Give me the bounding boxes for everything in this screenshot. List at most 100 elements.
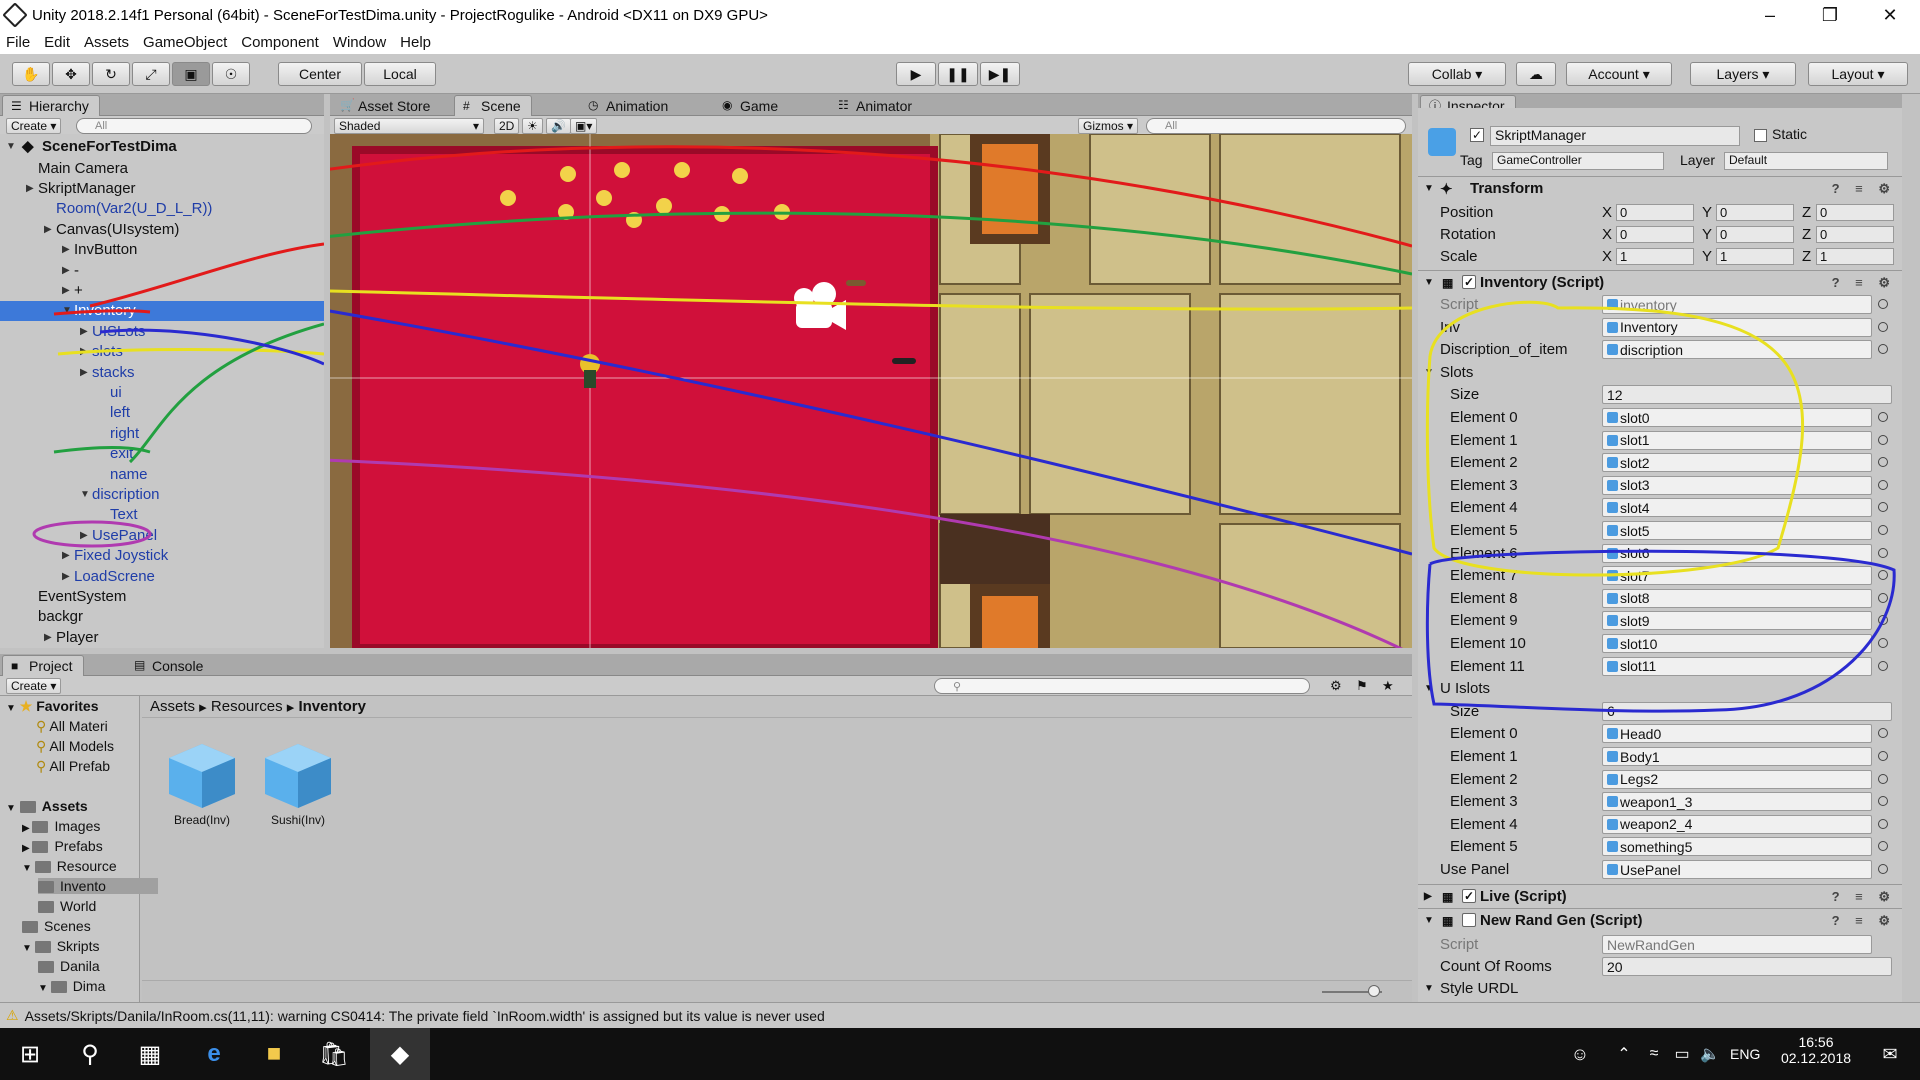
- tab-game[interactable]: ◉ Game: [714, 95, 788, 116]
- hierarchy-search-placeholder: All: [95, 120, 108, 132]
- folder-label: Resource: [56, 858, 117, 874]
- cloud-icon[interactable]: ☁: [1516, 62, 1556, 86]
- scene-search-input[interactable]: All: [1146, 118, 1406, 134]
- edge-browser-icon[interactable]: e: [184, 1028, 244, 1080]
- asset-item[interactable]: Sushi(Inv): [258, 740, 338, 827]
- filter-type-icon[interactable]: ⚙: [1330, 678, 1342, 694]
- tab-animation[interactable]: ◷ Animation: [580, 95, 678, 116]
- tab-hierarchy[interactable]: ☰ Hierarchy: [2, 95, 100, 116]
- account-button[interactable]: Account ▾: [1566, 62, 1672, 86]
- task-view-icon[interactable]: ▦: [120, 1028, 180, 1080]
- scene-artwork: [330, 134, 1412, 648]
- tab-scene[interactable]: # Scene: [454, 95, 532, 116]
- pause-button[interactable]: ❚❚: [938, 62, 978, 86]
- prefab-cube-icon: [169, 744, 235, 808]
- favorites-label: Favorites: [36, 698, 99, 714]
- breadcrumb-resources[interactable]: Resources: [211, 698, 283, 715]
- play-button[interactable]: ▶: [896, 62, 936, 86]
- favorite-item[interactable]: ⚲ All Materi: [36, 718, 108, 735]
- tab-console[interactable]: ▤ Console: [126, 655, 213, 676]
- hierarchy-create-button[interactable]: Create ▾: [6, 118, 62, 134]
- icon-size-slider-thumb[interactable]: [1368, 985, 1380, 997]
- hand-tool-icon[interactable]: ✋: [12, 62, 50, 86]
- expand-arrow-icon[interactable]: ▶: [22, 823, 32, 834]
- project-create-label: Create: [11, 679, 48, 693]
- audio-icon[interactable]: 🔊: [546, 118, 571, 134]
- minimize-button[interactable]: –: [1740, 0, 1800, 30]
- lighting-icon[interactable]: ☀: [522, 118, 543, 134]
- rotate-tool-icon[interactable]: ↻: [92, 62, 130, 86]
- rect-tool-icon[interactable]: ▣: [172, 62, 210, 86]
- tab-animator[interactable]: ☷ Animator: [830, 95, 922, 116]
- menu-help[interactable]: Help: [400, 34, 431, 51]
- search-icon: ⚲: [953, 680, 962, 693]
- restore-button[interactable]: ❐: [1800, 0, 1860, 30]
- windows-taskbar: ⊞ ⚲ ▦ e ■ 🛍 ◆ ☺ ⌃ ≈ ▭ 🔈 ENG 16:56 02.12.…: [0, 1028, 1920, 1080]
- folder-label: Dima: [72, 978, 106, 994]
- folder-tree-item[interactable]: World: [38, 898, 96, 914]
- pivot-local-button[interactable]: Local: [364, 62, 436, 86]
- folder-tree-item[interactable]: Scenes: [22, 918, 91, 934]
- menu-component[interactable]: Component: [241, 34, 319, 51]
- pivot-center-label: Center: [298, 66, 342, 82]
- transform-tool-icon[interactable]: ☉: [212, 62, 250, 86]
- scene-view[interactable]: [330, 134, 1412, 648]
- language-indicator[interactable]: ENG: [1730, 1046, 1760, 1062]
- move-tool-icon[interactable]: ✥: [52, 62, 90, 86]
- breadcrumb-assets[interactable]: Assets: [150, 698, 195, 715]
- folder-tree-item[interactable]: ▼ Skripts: [22, 938, 99, 954]
- expand-arrow-icon[interactable]: ▼: [22, 943, 35, 954]
- tab-asset-store[interactable]: 🛒 Asset Store: [332, 95, 440, 116]
- menu-edit[interactable]: Edit: [44, 34, 70, 51]
- favorites-header[interactable]: ▼ ★ Favorites: [6, 698, 99, 715]
- folder-label: Images: [54, 818, 101, 834]
- folder-tree-item[interactable]: Invento: [38, 878, 158, 894]
- asset-item[interactable]: Bread(Inv): [162, 740, 242, 827]
- status-bar[interactable]: ⚠ Assets/Skripts/Danila/InRoom.cs(11,11)…: [0, 1002, 1920, 1028]
- project-search-input[interactable]: ⚲: [934, 678, 1310, 694]
- favorite-item[interactable]: ⚲ All Prefab: [36, 758, 110, 775]
- windows-start-icon[interactable]: ⊞: [0, 1028, 60, 1080]
- menu-file[interactable]: File: [6, 34, 30, 51]
- scale-tool-icon[interactable]: ⤢: [132, 62, 170, 86]
- clock[interactable]: 16:56 02.12.2018: [1776, 1034, 1856, 1066]
- folder-label: Invento: [60, 878, 106, 894]
- layers-button[interactable]: Layers ▾: [1690, 62, 1796, 86]
- gizmos-dropdown[interactable]: Gizmos ▾: [1078, 118, 1139, 134]
- mode-2d-toggle[interactable]: 2D: [494, 118, 520, 134]
- inspector-panel: ✓ SkriptManager Static Tag GameControlle…: [1418, 108, 1902, 1002]
- folder-tree-item[interactable]: ▶ Prefabs: [22, 838, 103, 854]
- folder-tree-item[interactable]: ▼ Dima: [38, 978, 105, 994]
- menu-assets[interactable]: Assets: [84, 34, 129, 51]
- search-icon[interactable]: ⚲: [60, 1028, 120, 1080]
- close-button[interactable]: ✕: [1860, 0, 1920, 30]
- expand-arrow-icon[interactable]: ▶: [22, 843, 32, 854]
- layout-button[interactable]: Layout ▾: [1808, 62, 1908, 86]
- breadcrumb-inventory[interactable]: Inventory: [298, 698, 366, 715]
- expand-arrow-icon[interactable]: ▼: [22, 863, 35, 874]
- store-icon[interactable]: 🛍: [304, 1028, 364, 1080]
- favorite-star-icon[interactable]: ★: [1382, 678, 1394, 694]
- folder-tree-item[interactable]: ▶ Images: [22, 818, 100, 834]
- tab-project[interactable]: ■ Project: [2, 655, 84, 676]
- file-explorer-icon[interactable]: ■: [244, 1028, 304, 1080]
- menu-gameobject[interactable]: GameObject: [143, 34, 227, 51]
- project-create-button[interactable]: Create ▾: [6, 678, 62, 694]
- step-button[interactable]: ▶❚: [980, 62, 1020, 86]
- effects-icon[interactable]: ▣▾: [570, 118, 598, 134]
- folder-label: Prefabs: [54, 838, 103, 854]
- folder-tree-item[interactable]: ▼ Resource: [22, 858, 117, 874]
- hierarchy-search-input[interactable]: All: [76, 118, 312, 134]
- collab-button[interactable]: Collab ▾: [1408, 62, 1506, 86]
- notifications-icon[interactable]: ✉: [1860, 1028, 1920, 1080]
- filter-label-icon[interactable]: ⚑: [1356, 678, 1368, 694]
- tab-console-label: Console: [152, 657, 204, 674]
- unity-taskbar-icon[interactable]: ◆: [370, 1028, 430, 1080]
- expand-arrow-icon[interactable]: ▼: [38, 983, 51, 994]
- favorite-item[interactable]: ⚲ All Models: [36, 738, 114, 755]
- folder-tree-item[interactable]: Danila: [38, 958, 100, 974]
- menu-window[interactable]: Window: [333, 34, 386, 51]
- shading-dropdown[interactable]: Shaded ▾: [334, 118, 484, 134]
- pivot-center-button[interactable]: Center: [278, 62, 362, 86]
- assets-header[interactable]: ▼ Assets: [6, 798, 88, 814]
